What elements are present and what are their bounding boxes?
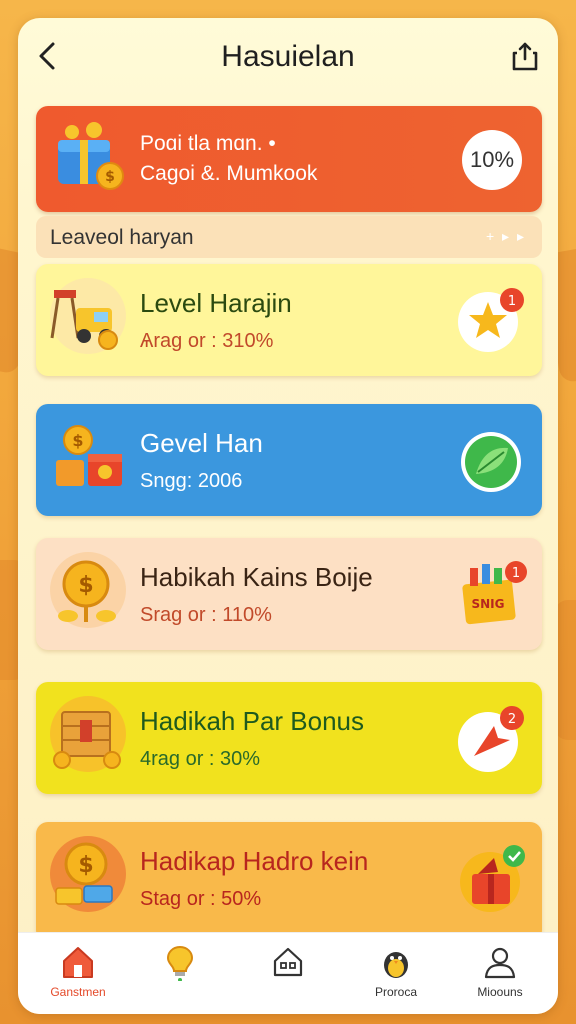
svg-text:$: $	[78, 573, 93, 598]
card-subtitle: Sngg: 2006	[140, 470, 243, 492]
tab-label: Proroca	[374, 985, 418, 999]
bottom-tab-bar: Ganstmen Proroca Mioouns	[18, 932, 558, 1014]
coins-gift-icon: $	[56, 425, 122, 486]
section-header: Leaveol haryan + ▸ ▸	[36, 216, 542, 258]
banner-subtitle: Cagoi &. Mumkook	[140, 162, 318, 185]
gift-box-icon: $	[58, 122, 124, 190]
share-button[interactable]	[508, 40, 542, 74]
notification-count: 1	[508, 294, 516, 309]
star-icon: 1	[458, 288, 524, 352]
header: Haѕuielan	[18, 18, 558, 102]
notification-count: 1	[512, 566, 520, 581]
tab-label: Ganstmen	[50, 985, 106, 999]
card-title: Level Harajin	[140, 288, 292, 318]
coin-stack-icon: $	[50, 836, 126, 912]
card-subtitle: 4rag or : 30%	[140, 748, 261, 770]
lightbulb-icon	[166, 945, 194, 981]
level-card[interactable]: Hadikah Par Bonus 4rag or : 30% 2	[36, 682, 542, 794]
notification-count: 2	[508, 712, 516, 727]
tab-ideas[interactable]	[126, 943, 234, 1009]
truck-icon	[50, 278, 126, 354]
svg-text:$: $	[78, 853, 93, 878]
banner-title: Poɑi tla mɑn. •	[140, 132, 276, 155]
sale-box-icon: SNIG 1	[462, 561, 527, 625]
discount-badge: 10%	[462, 130, 522, 190]
leaf-icon	[461, 432, 521, 492]
card-title: Hadikap Hadro kein	[140, 846, 369, 876]
app-screen: Haѕuielan $ Poɑi tla mɑn. • Cagoi &. Mum…	[18, 18, 558, 1014]
sale-label: SNIG	[472, 597, 505, 611]
card-subtitle: Srag or : 110%	[140, 604, 272, 626]
promo-banner[interactable]: $ Poɑi tla mɑn. • Cagoi &. Mumkook 10%	[36, 106, 542, 212]
level-card[interactable]: $ Hadikap Hadro kein Stag or : 50%	[36, 822, 542, 942]
tab-account[interactable]: Mioouns	[446, 943, 554, 1009]
arrow-icon: 2	[458, 706, 524, 772]
card-title: Habikah Kains Boije	[140, 562, 373, 592]
page-title: Haѕuielan	[221, 40, 355, 73]
home-icon	[63, 947, 93, 978]
tab-products[interactable]: Proroca	[342, 943, 450, 1009]
tab-store[interactable]	[234, 943, 342, 1009]
share-icon	[512, 42, 538, 71]
level-card[interactable]: $ Gevel Han Sngg: 2006	[36, 404, 542, 516]
tab-label: Mioouns	[477, 985, 523, 999]
level-card[interactable]: Level Harajin Ѧrag or : 310% 1	[36, 264, 542, 376]
house-outline-icon	[273, 947, 303, 977]
card-subtitle: Ѧrag or : 310%	[140, 330, 274, 352]
section-more-arrows[interactable]: + ▸ ▸	[486, 228, 526, 245]
card-title: Gevel Han	[140, 428, 263, 458]
svg-text:$: $	[105, 169, 115, 185]
level-card[interactable]: $ Habikah Kains Boije Srag or : 110% SNI…	[36, 538, 542, 650]
card-title: Hadikah Par Bonus	[140, 706, 365, 736]
svg-text:$: $	[72, 431, 83, 450]
treasure-crate-icon	[50, 696, 126, 772]
penguin-icon	[384, 952, 408, 978]
tab-home[interactable]: Ganstmen	[24, 943, 132, 1009]
user-icon	[484, 947, 516, 979]
coin-magnifier-icon: $	[50, 552, 126, 628]
gift-icon	[460, 845, 525, 912]
section-title: Leaveol haryan	[50, 226, 194, 249]
card-subtitle: Stag or : 50%	[140, 888, 262, 910]
